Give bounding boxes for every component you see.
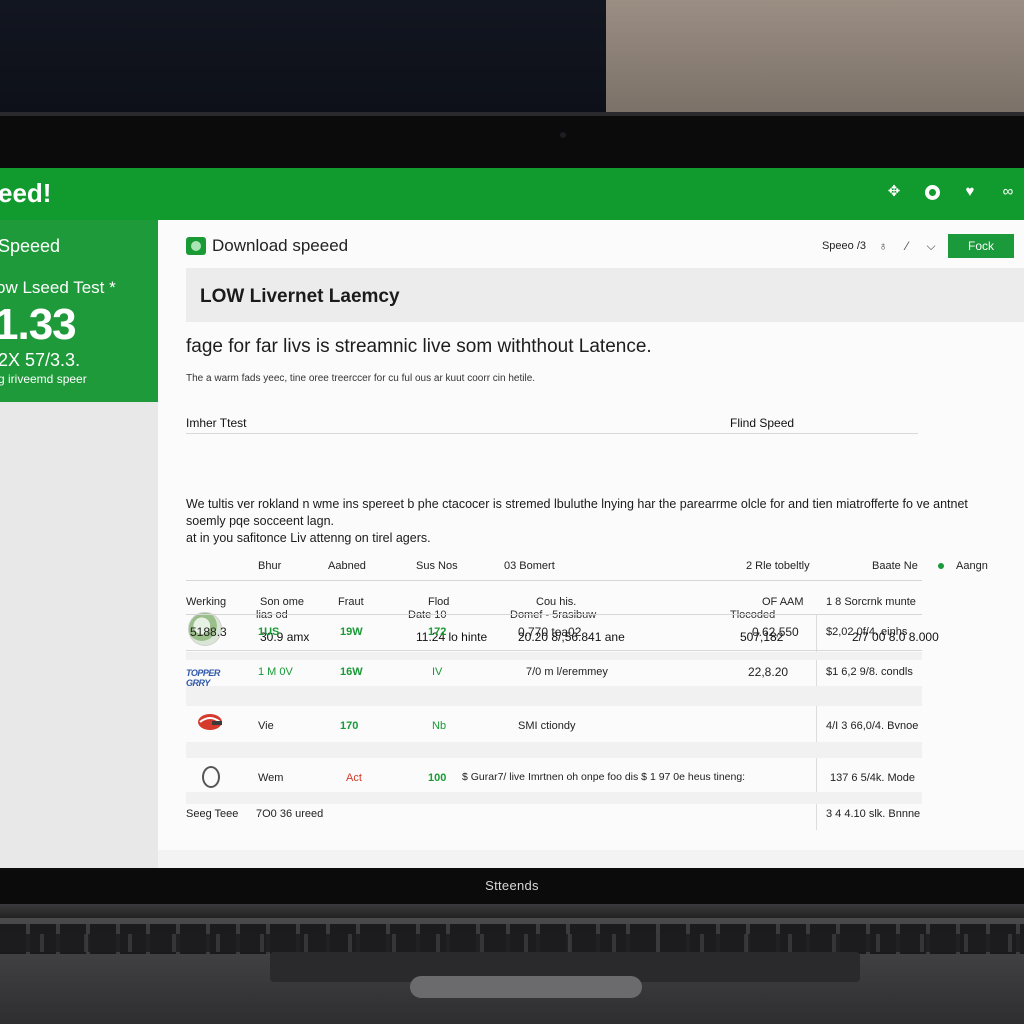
table-top-line [186,580,922,581]
table-cell: 0.62,550 [752,625,799,639]
row-band [186,742,922,758]
group-header: Aabned [328,560,366,572]
paragraph-line-1: We tultis ver rokland n wme ins spereet … [186,497,968,511]
table-cell: 170 [340,720,359,732]
chevron-down-icon[interactable]: ⌵ [924,239,938,254]
table-cell: 4/I 3 66,0/4. Bvnoe [826,720,919,732]
header-line [186,614,922,615]
group-header: Baate Ne [872,560,918,572]
app-title: eed! [0,178,52,208]
group-header: Sus Nos [416,560,458,572]
download-label: Download speeed [212,236,349,255]
banner-title: LOW Livernet Laemcy [200,286,400,307]
table-cell: Seeg Teee [186,808,239,820]
circle-icon[interactable] [924,184,940,200]
sidebar-blank [0,402,158,868]
table-cell: Vie [258,720,274,732]
helmet-icon [198,714,222,730]
laptop-screen: eed! ✥ ♥ ∞ Speeed ow Lseed Test * 1.33 2… [0,168,1024,868]
table-cell: Wem [258,772,284,784]
laptop-hinge [0,904,1024,918]
summary-col-2: Date 10 [408,609,447,621]
table-cell: 100 [428,772,447,784]
table-cell: 16W [340,666,363,678]
table-cell: 0.770 tea02 [518,625,582,639]
table-cell: 3 4 4.10 slk. Bnnne [826,808,921,820]
sidebar-title: Speeed [0,236,61,256]
download-icon [186,237,206,255]
column-header[interactable]: Son ome [260,596,304,608]
sidebar-subtitle: ow Lseed Test * [0,278,116,297]
table-cell: 1US [258,626,280,638]
group-header: 03 Bomert [504,560,555,572]
pen-icon[interactable]: ⁄ [900,239,914,253]
column-header[interactable]: OF AAM [762,596,804,608]
sidebar-caption: g iriveemd speer [0,372,87,386]
table-cell: 7O0 36 ureed [256,808,324,820]
table-cell: $ Gurar7/ live Imrtnen oh onpe foo dis $… [462,771,746,783]
row-band [186,792,922,804]
summary-left-title: Imher Ttest [186,416,247,430]
speed-label: Speeo /3 [821,240,866,252]
lock-icon[interactable]: ♁ [876,239,890,253]
column-header[interactable]: Cou his. [536,596,576,608]
group-header: Bhur [258,560,282,572]
webcam-icon [560,132,566,138]
summary-col-1: lias od [256,609,288,621]
top-icons: ✥ ♥ ∞ [886,184,1016,200]
row-spacer [186,652,922,660]
laptop-brand: Stteends [485,878,539,893]
column-header[interactable]: 1 8 Sorcrnk munte [826,596,916,608]
summary-col-4: Tlocoded [730,609,776,621]
back-button[interactable]: Fock [948,234,1014,258]
summary-right-title: Flind Speed [730,416,795,430]
row-band [186,686,922,706]
move-icon[interactable]: ✥ [886,184,902,200]
wall-dark-area [0,0,606,118]
top-bar: eed! ✥ ♥ ∞ [0,168,1024,220]
table-cell: Act [346,772,362,784]
table-cell: SMI ctiondy [518,720,576,732]
table-cell: 172 [428,626,447,638]
team-logo-icon: TOPPER GRRY [186,668,220,688]
lid-notch [410,976,642,998]
sidebar-number: 2X 57/3.3. [0,350,81,370]
description-paragraph: We tultis ver rokland n wme ins spereet … [186,496,986,547]
status-dot [938,563,944,569]
wall-light-area [606,0,1024,118]
table-cell: 19W [340,626,363,638]
column-header[interactable]: Fraut [338,596,364,608]
paragraph-line-3: at in you safitonce Liv attenng on tirel… [186,531,431,545]
table-cell: 22,8.20 [748,665,789,679]
table-cell: 1 M 0V [258,666,293,678]
speed-sidebar: Speeed ow Lseed Test * 1.33 2X 57/3.3. g… [0,220,158,402]
column-header[interactable]: Flod [428,596,449,608]
table-cell: IV [432,666,443,678]
summary-col-3: Domef - 5rasibuw [510,609,597,621]
table-cell: $1 6,2 9/8. condls [826,666,913,678]
download-heading: Download speeed [186,236,348,256]
table-cell: 5188.3 [190,625,227,639]
small-note: The a warm fads yeec, tine oree treercce… [186,373,536,384]
group-header: Aangn [956,560,988,572]
summary-divider [186,433,918,434]
row-line [186,650,922,651]
table-cell: 137 6 5/4k. Mode [830,772,916,784]
summary-val-2: 11.24 lo hinte [416,630,488,644]
paragraph-line-2: soemly pqe socceent lagn. [186,514,335,528]
link-icon[interactable]: ∞ [1000,184,1016,200]
table-cell: Nb [432,720,447,732]
headline: fage for far livs is streamnic live som … [186,336,652,357]
header-controls: Speeo /3 ♁ ⁄ ⌵ Fock [822,234,1014,258]
latency-banner: LOW Livernet Laemcy [186,268,1024,322]
seal-icon [202,766,220,788]
key-row [0,934,1024,952]
table-cell: $2,02 0f/4. einhs [826,626,908,638]
sidebar-big-value: 1.33 [0,300,77,349]
table-cell: 7/0 m l/eremmey [526,666,608,678]
column-header[interactable]: Werking [186,596,226,608]
heart-icon[interactable]: ♥ [962,184,978,200]
group-header: 2 Rle tobeltly [746,560,810,572]
